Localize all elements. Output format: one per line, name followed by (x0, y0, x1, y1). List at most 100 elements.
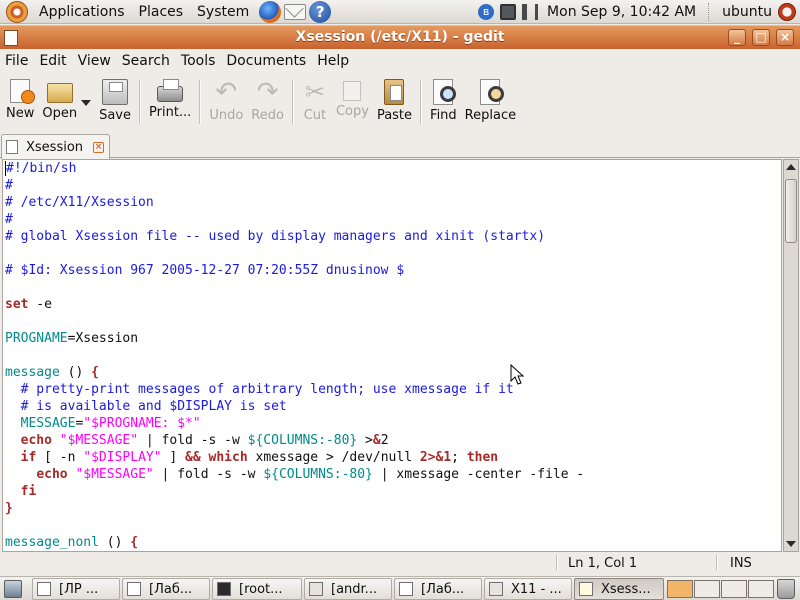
menu-tools[interactable]: Tools (176, 53, 220, 69)
show-desktop-icon[interactable] (4, 580, 22, 598)
help-icon[interactable]: ? (309, 0, 332, 23)
user-switcher[interactable]: ubuntu (716, 4, 778, 20)
insert-mode: INS (730, 556, 752, 571)
code-line[interactable]: # is available and $DISPLAY is set (5, 398, 781, 415)
close-tab-icon[interactable]: × (93, 141, 104, 153)
save-button[interactable]: Save (95, 74, 135, 126)
open-folder-icon (46, 83, 73, 103)
undo-button[interactable]: ↶ Undo (205, 74, 247, 126)
code-token: | fold -s -w (138, 433, 248, 448)
code-token: 2 (380, 433, 389, 448)
mail-icon[interactable] (284, 3, 307, 20)
scrollbar-thumb[interactable] (785, 179, 797, 243)
trash-icon[interactable] (777, 579, 795, 599)
status-separator (556, 555, 558, 571)
code-view[interactable]: #!/bin/sh # # /etc/X11/Xsession # # global X… (3, 160, 781, 551)
find-button[interactable]: Find (426, 74, 461, 126)
power-icon[interactable] (778, 2, 796, 21)
workspace-3[interactable] (721, 580, 747, 598)
code-line[interactable]: message_nonl () { (5, 534, 781, 551)
menu-view[interactable]: View (73, 53, 115, 69)
system-tray: ʙ Mon Sep 9, 10:42 AM ubuntu (475, 0, 800, 24)
save-button-label: Save (99, 108, 132, 123)
code-line[interactable]: fi (5, 483, 781, 500)
code-line[interactable]: set -e (5, 296, 781, 313)
code-line[interactable]: message () { (5, 364, 781, 381)
bluetooth-icon[interactable]: ʙ (478, 3, 495, 20)
code-line[interactable]: # (5, 211, 781, 228)
taskbar-button[interactable]: [Лаб... (122, 578, 210, 600)
code-line[interactable] (5, 347, 781, 364)
taskbar-button[interactable]: [andr... (304, 578, 392, 600)
open-recent-dropdown[interactable] (81, 100, 92, 106)
workspace-2[interactable] (694, 580, 720, 598)
toolbar-separator (420, 80, 423, 124)
folder-icon (309, 582, 323, 596)
taskbar-button-label: [ЛР ... (59, 581, 99, 597)
menu-file[interactable]: File (0, 53, 32, 69)
code-line[interactable]: echo "$MESSAGE" | fold -s -w ${COLUMNS:-… (5, 466, 781, 483)
system-menu[interactable]: System (190, 0, 256, 24)
replace-button[interactable]: Replace (461, 74, 520, 126)
copy-button[interactable]: Copy (332, 74, 373, 126)
code-token: > (357, 433, 373, 448)
code-line[interactable]: # (5, 177, 781, 194)
applications-menu[interactable]: Applications (32, 0, 132, 24)
menu-edit[interactable]: Edit (34, 53, 70, 69)
code-line[interactable]: #!/bin/sh (5, 160, 781, 177)
code-line[interactable]: } (5, 500, 781, 517)
window-title-bar[interactable]: Xsession (/etc/X11) - gedit _ □ × (0, 25, 800, 49)
menu-help[interactable]: Help (312, 53, 353, 69)
paste-button[interactable]: Paste (373, 74, 416, 126)
ubuntu-logo-icon[interactable] (6, 0, 28, 23)
volume-icon[interactable] (522, 3, 539, 20)
firefox-icon[interactable] (259, 0, 282, 23)
minimize-button[interactable]: _ (728, 29, 746, 46)
print-button[interactable]: Print... (145, 74, 195, 126)
open-button[interactable]: Open (38, 74, 81, 126)
network-icon[interactable] (500, 3, 517, 20)
taskbar-button[interactable]: [ЛР ... (32, 578, 120, 600)
workspace-1[interactable] (667, 580, 693, 598)
text-editor-area[interactable]: #!/bin/sh # # /etc/X11/Xsession # # global X… (2, 159, 782, 552)
maximize-button[interactable]: □ (752, 29, 770, 46)
code-token: | xmessage -center -file - (372, 467, 585, 482)
cut-button[interactable]: ✂ Cut (298, 74, 332, 126)
redo-button[interactable]: ↷ Redo (247, 74, 288, 126)
clock[interactable]: Mon Sep 9, 10:42 AM (541, 4, 702, 20)
code-line[interactable]: # /etc/X11/Xsession (5, 194, 781, 211)
code-line[interactable]: # global Xsession file -- used by displa… (5, 228, 781, 245)
code-line[interactable] (5, 313, 781, 330)
code-line[interactable]: # pretty-print messages of arbitrary len… (5, 381, 781, 398)
scroll-down-icon[interactable] (786, 541, 796, 547)
vertical-scrollbar[interactable] (783, 159, 799, 552)
new-button[interactable]: New (2, 74, 38, 126)
scroll-up-icon[interactable] (786, 164, 796, 170)
code-line[interactable] (5, 517, 781, 534)
code-line[interactable]: if [ -n "$DISPLAY" ] && which xmessage >… (5, 449, 781, 466)
code-line[interactable] (5, 279, 781, 296)
redo-button-label: Redo (251, 108, 284, 123)
taskbar-button[interactable]: X11 - ... (484, 578, 572, 600)
code-line[interactable]: echo "$MESSAGE" | fold -s -w ${COLUMNS:-… (5, 432, 781, 449)
menu-search[interactable]: Search (117, 53, 174, 69)
code-line[interactable] (5, 245, 781, 262)
toolbar: New Open Save Print... ↶ Undo ↷ Redo ✂ C… (0, 74, 800, 130)
places-menu[interactable]: Places (132, 0, 191, 24)
close-button[interactable]: × (776, 29, 794, 46)
code-line[interactable]: # $Id: Xsession 967 2005-12-27 07:20:55Z… (5, 262, 781, 279)
menu-documents[interactable]: Documents (221, 53, 310, 69)
taskbar-button[interactable]: [root... (212, 578, 302, 600)
code-token: "$PROGNAME: $*" (83, 416, 201, 431)
workspace-4[interactable] (748, 580, 774, 598)
code-line[interactable]: MESSAGE="$PROGNAME: $*" (5, 415, 781, 432)
taskbar-button[interactable]: [Лаб... (394, 578, 482, 600)
code-token: { (130, 535, 139, 550)
taskbar-button[interactable]: Xsess... (574, 578, 664, 600)
tab-xsession[interactable]: Xsession × (1, 134, 110, 159)
code-line[interactable]: PROGNAME=Xsession (5, 330, 781, 347)
